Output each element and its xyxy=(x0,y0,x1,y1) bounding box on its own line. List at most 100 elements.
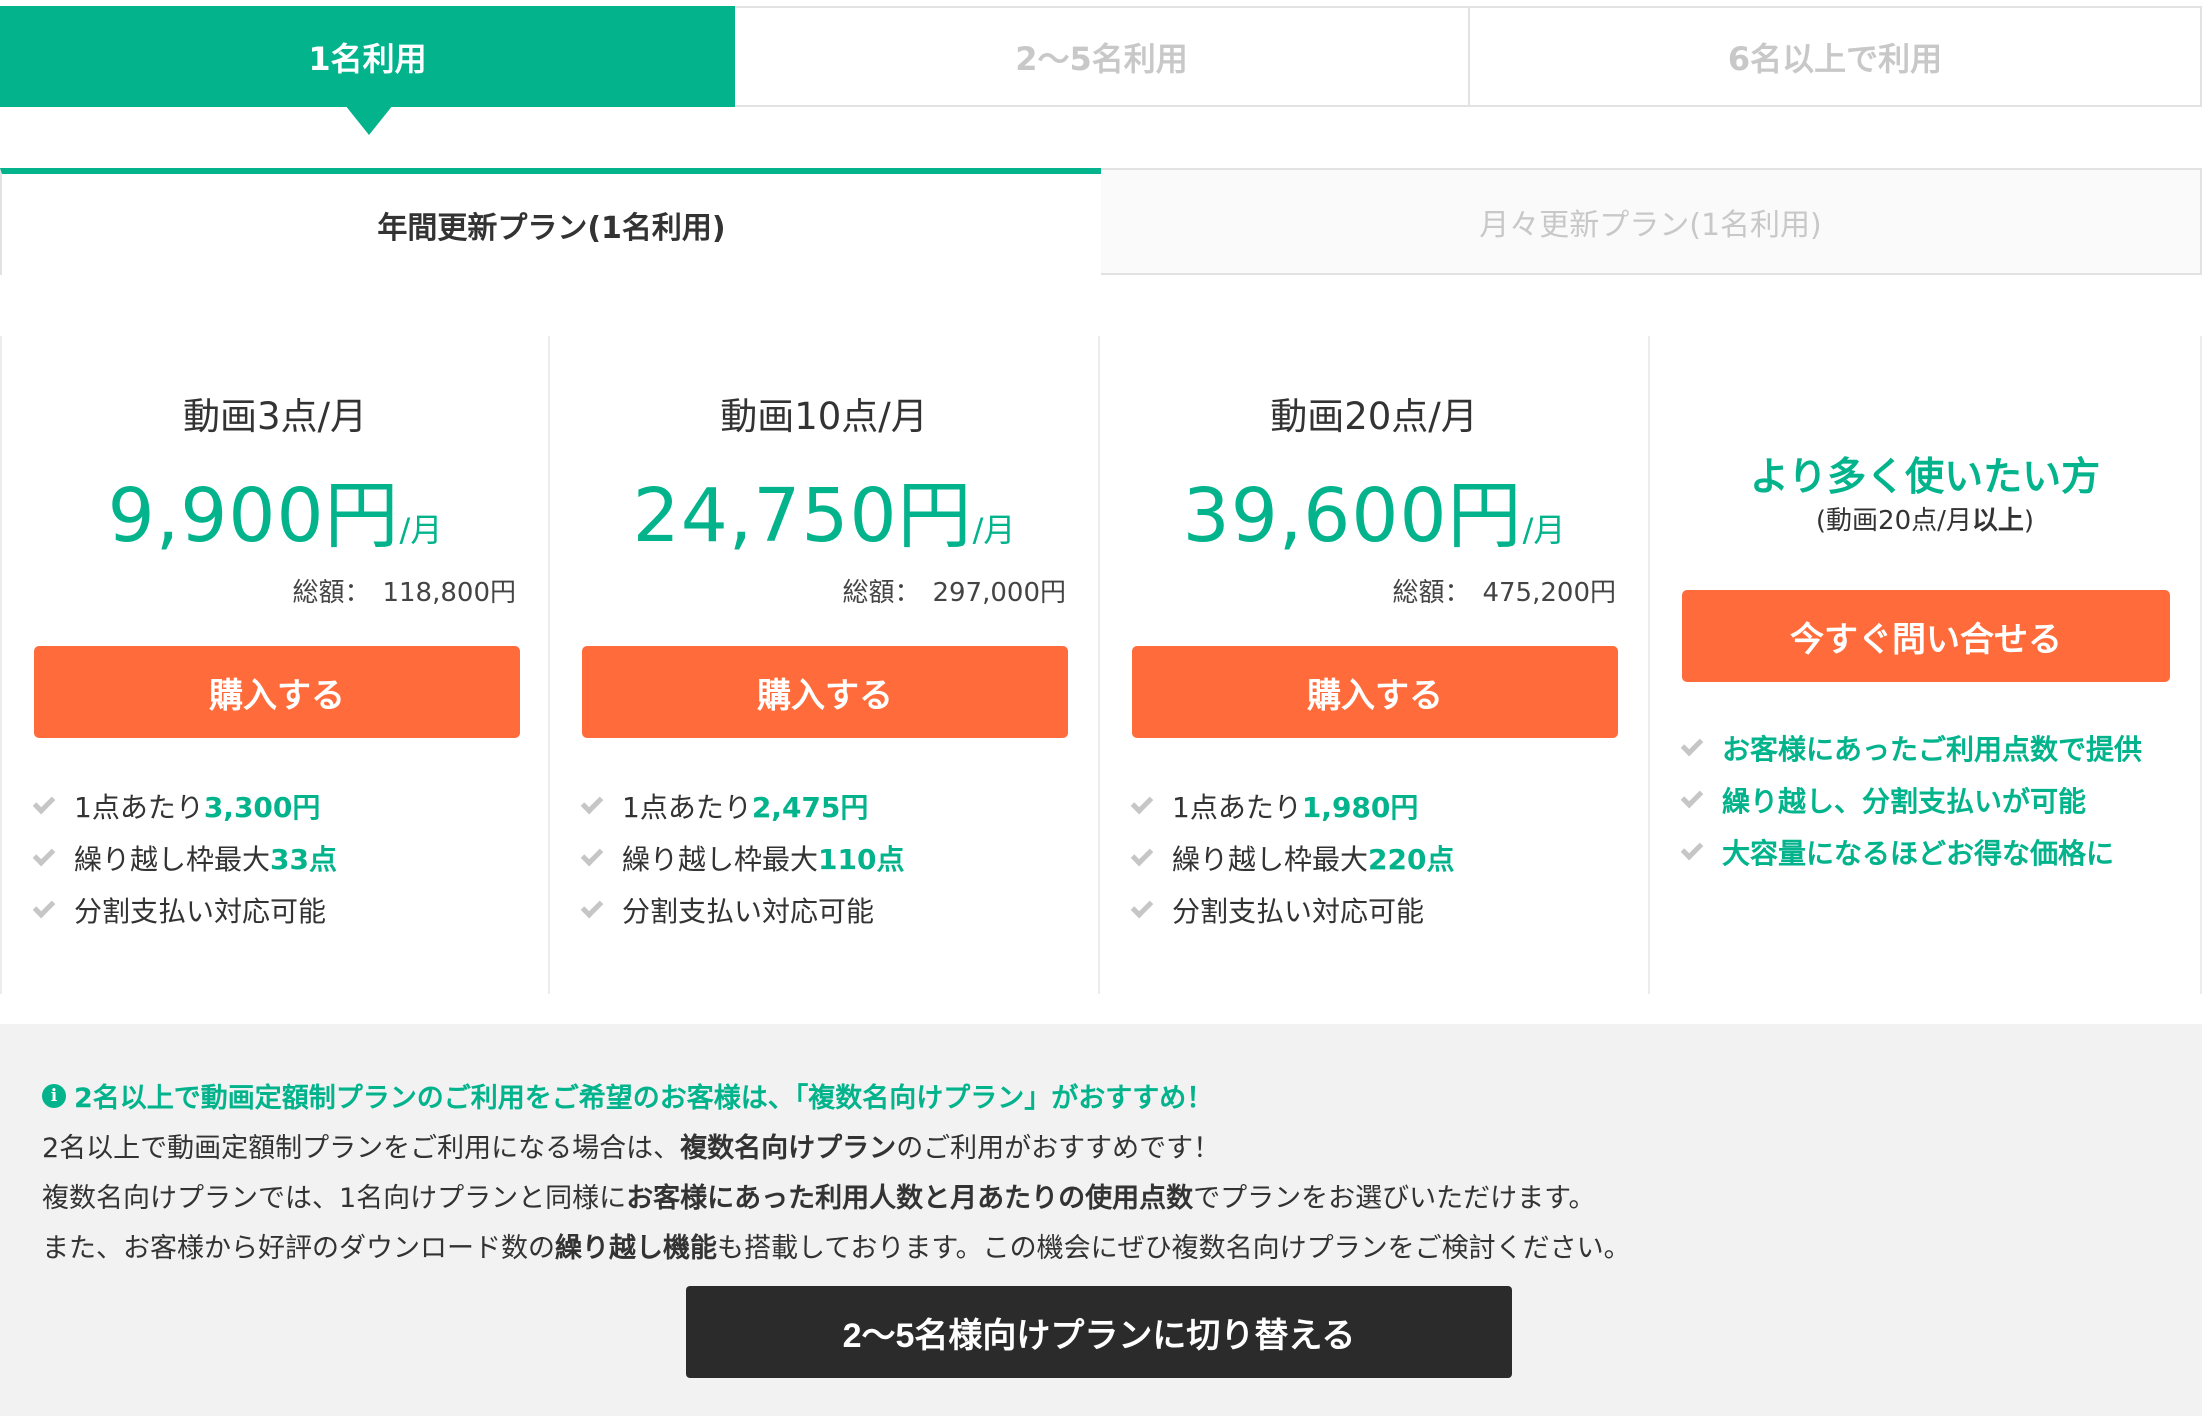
price-value: 24,750円 xyxy=(632,473,973,559)
check-icon xyxy=(32,895,56,919)
info-line: 2名以上で動画定額制プランをご利用になる場合は、複数名向けプランのご利用がおすす… xyxy=(42,1126,1220,1165)
plan-name: 動画3点/月 xyxy=(182,395,367,438)
feature-text: 1点あたり xyxy=(1172,791,1302,824)
feature-item: 大容量になるほどお得な価格に xyxy=(1680,826,2190,878)
total-label: 総額： xyxy=(842,578,921,608)
buy-button[interactable]: 購入する xyxy=(34,646,520,738)
tab-monthly-renewal[interactable]: 月々更新プラン(1名利用) xyxy=(1101,168,2202,275)
tab-label: 6名以上で利用 xyxy=(1727,39,1943,78)
feature-item: 繰り越し枠最大 33点 xyxy=(32,832,528,884)
buy-button[interactable]: 購入する xyxy=(1132,646,1618,738)
feature-list: 1点あたり 2,475円 繰り越し枠最大 110点 分割支払い対応可能 xyxy=(580,780,1078,936)
info-line: 複数名向けプランでは、1名向けプランと同様にお客様にあった利用人数と月あたりの使… xyxy=(42,1176,1596,1215)
tab-annual-renewal[interactable]: 年間更新プラン(1名利用) xyxy=(0,168,1101,275)
check-icon xyxy=(1130,843,1154,867)
plan-name: 動画10点/月 xyxy=(720,395,928,438)
feature-item: 1点あたり 2,475円 xyxy=(580,780,1078,832)
total-label: 総額： xyxy=(1392,578,1471,608)
plan-card-contact: より多く使いたい方 (動画20点/月以上) 今すぐ問い合せる お客様にあったご利… xyxy=(1650,336,2202,994)
feature-highlight: 220点 xyxy=(1368,843,1455,876)
check-icon xyxy=(580,895,604,919)
contact-sub-bold: 以上 xyxy=(1971,506,2024,536)
info-text: 複数名向けプランでは、1名向けプランと同様に xyxy=(42,1183,627,1214)
price-value: 39,600円 xyxy=(1182,473,1523,559)
feature-highlight: 2,475円 xyxy=(751,791,869,824)
total-label: 総額： xyxy=(292,578,371,608)
feature-text: 大容量になるほどお得な価格に xyxy=(1722,837,2115,870)
info-text: 2名以上で動画定額制プランをご利用になる場合は、 xyxy=(42,1133,681,1164)
plan-list: 動画3点/月 9,900円/月 総額： 118,800円 購入する 1点あたり 3,… xyxy=(0,336,2202,994)
feature-list: 1点あたり 1,980円 繰り越し枠最大 220点 分割支払い対応可能 xyxy=(1130,780,1628,936)
plan-card-3: 動画3点/月 9,900円/月 総額： 118,800円 購入する 1点あたり 3,… xyxy=(0,336,550,994)
info-text-bold: 繰り越し機能 xyxy=(555,1233,717,1264)
tab-2-5-users[interactable]: 2〜5名利用 xyxy=(735,6,1470,107)
total-value: 475,200円 xyxy=(1482,578,1616,608)
plan-price: 39,600円/月 xyxy=(1100,456,1648,563)
feature-item: 分割支払い対応可能 xyxy=(1130,884,1628,936)
feature-text: 分割支払い対応可能 xyxy=(622,895,875,928)
switch-plan-button[interactable]: 2〜5名様向けプランに切り替える xyxy=(686,1286,1512,1378)
feature-item: 繰り越し枠最大 220点 xyxy=(1130,832,1628,884)
plan-total: 総額： 297,000円 xyxy=(842,572,1066,609)
contact-sub-suffix: ) xyxy=(2023,506,2035,536)
feature-list: 1点あたり 3,300円 繰り越し枠最大 33点 分割支払い対応可能 xyxy=(32,780,528,936)
check-icon xyxy=(32,843,56,867)
plan-total: 総額： 118,800円 xyxy=(292,572,516,609)
tab-6-plus-users[interactable]: 6名以上で利用 xyxy=(1470,6,2202,107)
tab-1-user[interactable]: 1名利用 xyxy=(0,6,735,135)
feature-item: お客様にあったご利用点数で提供 xyxy=(1680,722,2190,774)
feature-item: 1点あたり 3,300円 xyxy=(32,780,528,832)
contact-sub-text: (動画20点/月 xyxy=(1815,506,1972,536)
tab-label: 2〜5名利用 xyxy=(1015,39,1188,78)
plan-price: 9,900円/月 xyxy=(2,456,548,563)
plan-total: 総額： 475,200円 xyxy=(1392,572,1616,609)
info-title-text: 2名以上で動画定額制プランのご利用をご希望のお客様は、「複数名向けプラン」がおす… xyxy=(74,1083,1214,1114)
feature-highlight: 3,300円 xyxy=(203,791,321,824)
feature-text: お客様にあったご利用点数で提供 xyxy=(1722,733,2143,766)
contact-title: より多く使いたい方 xyxy=(1749,455,2101,500)
contact-feature-list: お客様にあったご利用点数で提供 繰り越し、分割支払いが可能 大容量になるほどお得… xyxy=(1680,722,2190,878)
check-icon xyxy=(580,843,604,867)
feature-highlight: 110点 xyxy=(818,843,905,876)
feature-text: 繰り越し枠最大 xyxy=(1172,843,1369,876)
feature-highlight: 1,980円 xyxy=(1301,791,1419,824)
info-text-bold: お客様にあった利用人数と月あたりの使用点数 xyxy=(626,1183,1194,1214)
feature-text: 繰り越し、分割支払いが可能 xyxy=(1722,785,2087,818)
check-icon xyxy=(1130,895,1154,919)
tab-label: 月々更新プラン(1名利用) xyxy=(1479,207,1822,243)
info-icon: i xyxy=(42,1083,66,1108)
feature-item: 分割支払い対応可能 xyxy=(32,884,528,936)
feature-text: 繰り越し枠最大 xyxy=(622,843,819,876)
renewal-tabs: 年間更新プラン(1名利用) 月々更新プラン(1名利用) xyxy=(0,168,2202,275)
feature-highlight: 33点 xyxy=(270,843,337,876)
feature-text: 1点あたり xyxy=(622,791,752,824)
contact-subtitle: (動画20点/月以上) xyxy=(1650,500,2200,537)
info-text: また、お客様から好評のダウンロード数の xyxy=(42,1233,555,1264)
info-text: でプランをお選びいただけます。 xyxy=(1193,1183,1596,1214)
feature-item: 繰り越し、分割支払いが可能 xyxy=(1680,774,2190,826)
check-icon xyxy=(1680,785,1704,809)
info-line: また、お客様から好評のダウンロード数の繰り越し機能も搭載しております。この機会に… xyxy=(42,1226,1631,1265)
price-value: 9,900円 xyxy=(107,473,400,559)
total-value: 118,800円 xyxy=(382,578,516,608)
info-text: のご利用がおすすめです！ xyxy=(896,1133,1221,1164)
info-text-bold: 複数名向けプラン xyxy=(680,1133,897,1164)
feature-text: 分割支払い対応可能 xyxy=(74,895,327,928)
multi-user-info-box: i 2名以上で動画定額制プランのご利用をご希望のお客様は、「複数名向けプラン」が… xyxy=(0,1024,2202,1416)
feature-item: 繰り越し枠最大 110点 xyxy=(580,832,1078,884)
active-tab-pointer-icon xyxy=(345,105,393,135)
check-icon xyxy=(1680,733,1704,757)
info-text: も搭載しております。この機会にぜひ複数名向けプランをご検討ください。 xyxy=(717,1233,1631,1264)
buy-button[interactable]: 購入する xyxy=(582,646,1068,738)
plan-name: 動画20点/月 xyxy=(1270,395,1478,438)
check-icon xyxy=(32,791,56,815)
feature-text: 繰り越し枠最大 xyxy=(74,843,271,876)
check-icon xyxy=(580,791,604,815)
tab-label: 年間更新プラン(1名利用) xyxy=(377,210,726,246)
price-unit: /月 xyxy=(399,511,443,549)
user-count-tabs: 1名利用 2〜5名利用 6名以上で利用 xyxy=(0,6,2206,135)
feature-item: 分割支払い対応可能 xyxy=(580,884,1078,936)
check-icon xyxy=(1130,791,1154,815)
feature-item: 1点あたり 1,980円 xyxy=(1130,780,1628,832)
contact-button[interactable]: 今すぐ問い合せる xyxy=(1682,590,2170,682)
